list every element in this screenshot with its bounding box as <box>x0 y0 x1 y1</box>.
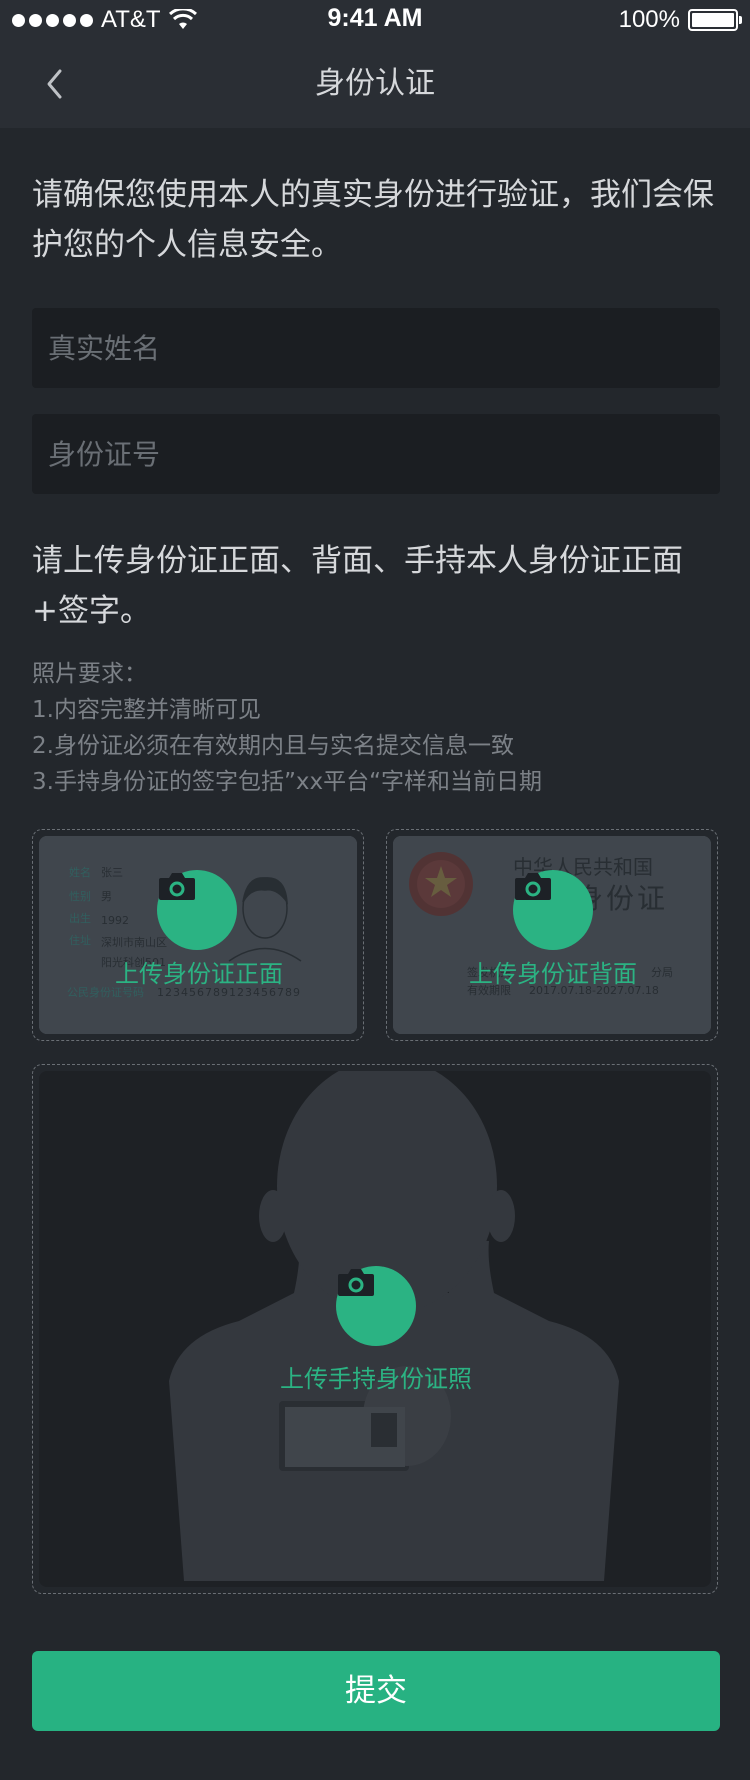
real-name-field <box>32 308 720 388</box>
camera-icon <box>338 1269 374 1296</box>
requirements-heading: 照片要求： <box>32 661 147 687</box>
requirement-item: 2.身份证必须在有效期内且与实名提交信息一致 <box>32 733 514 759</box>
camera-button[interactable] <box>336 1266 416 1346</box>
requirement-item: 1.内容完整并清晰可见 <box>32 697 261 723</box>
upload-id-back[interactable]: 中华人民共和国 居民身份证 签发机关 分局 有效期限 2017.07.18-20… <box>386 829 718 1041</box>
id-number-field <box>32 414 720 494</box>
requirement-item: 3.手持身份证的签字包括”xx平台“字样和当前日期 <box>32 769 542 795</box>
battery-percent: 100% <box>618 6 680 33</box>
nav-bar: 身份认证 <box>0 40 750 128</box>
upload-id-front[interactable]: 姓名 张三 性别 男 出生 1992 住址 深圳市南山区 阳光科创501 公民身… <box>32 829 364 1041</box>
submit-button[interactable]: 提交 <box>32 1651 720 1731</box>
real-name-input[interactable] <box>32 308 720 388</box>
upload-hand-held-label: 上传手持身份证照 <box>280 1365 472 1393</box>
hand-held-sample: 上传手持身份证照 <box>39 1071 711 1587</box>
id-back-sample: 中华人民共和国 居民身份证 签发机关 分局 有效期限 2017.07.18-20… <box>393 836 711 1034</box>
id-number-input[interactable] <box>32 414 720 494</box>
upload-instructions: 请上传身份证正面、背面、手持本人身份证正面+签字。 <box>32 543 683 629</box>
intro-text: 请确保您使用本人的真实身份进行验证，我们会保护您的个人信息安全。 <box>32 177 714 263</box>
id-front-sample: 姓名 张三 性别 男 出生 1992 住址 深圳市南山区 阳光科创501 公民身… <box>39 836 357 1034</box>
upload-back-label: 上传身份证背面 <box>469 960 637 988</box>
upload-front-label: 上传身份证正面 <box>115 960 283 988</box>
battery-icon <box>688 9 742 31</box>
upload-hand-held-id[interactable]: 上传手持身份证照 <box>32 1064 718 1594</box>
page-title: 身份认证 <box>315 66 435 101</box>
back-button[interactable] <box>32 62 76 106</box>
chevron-left-icon <box>47 69 62 99</box>
camera-button[interactable] <box>157 870 237 950</box>
photo-requirements: 照片要求： 1.内容完整并清晰可见 2.身份证必须在有效期内且与实名提交信息一致… <box>32 656 722 800</box>
status-right: 100% <box>618 6 742 34</box>
status-bar: AT&T 9:41 AM 100% <box>0 0 750 40</box>
camera-icon <box>159 873 195 900</box>
camera-icon <box>515 873 551 900</box>
camera-button[interactable] <box>513 870 593 950</box>
